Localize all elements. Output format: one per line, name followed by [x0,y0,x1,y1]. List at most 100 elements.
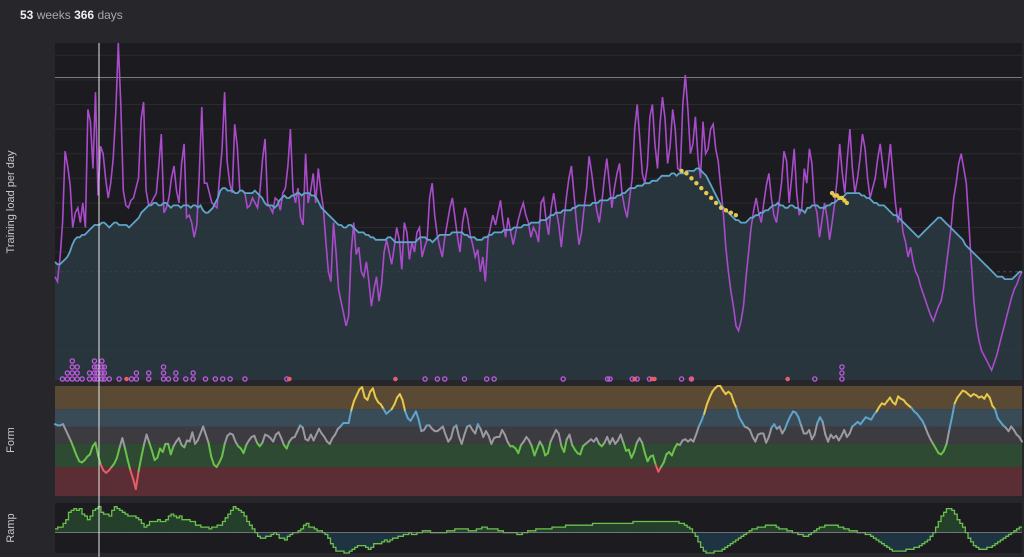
ramp-bar [214,527,218,533]
projection-point [713,200,719,206]
ramp-bar [619,523,623,533]
ramp-bar [668,521,672,533]
ramp-bar [341,532,345,552]
ramp-bar [570,525,574,533]
ramp-bar [716,532,720,552]
ramp-bar [897,532,901,552]
ramp-bar [587,525,591,533]
projection-point [704,190,709,196]
race-marker [124,376,129,382]
ramp-bar [219,525,223,533]
ramp-bar [133,515,137,533]
ramp-bar [627,523,631,533]
form-panel[interactable] [54,385,1023,496]
ramp-bar [154,521,158,533]
ramp-bar [651,521,655,533]
ramp-bar [376,532,380,544]
ramp-bar [908,532,912,550]
ramp-bar [579,525,582,533]
ramp-bar [711,532,715,553]
projection-point [844,200,850,206]
ramp-bar [900,532,904,552]
ramp-bar [576,525,580,533]
ramp-bar [895,532,898,552]
ramp-bar [346,532,350,553]
projection-point [718,205,724,211]
race-marker [652,376,657,382]
training-load-panel[interactable] [54,42,1023,382]
ramp-bar [338,532,342,552]
form-zone-high-risk [55,467,1022,496]
ramp-bar [832,525,836,533]
ramp-bar [176,517,180,533]
ramp-bar [603,523,607,533]
ramp-bar [622,523,626,533]
ramp-bar [557,527,561,533]
projection-point [733,212,739,218]
ramp-bar [163,521,166,533]
ramp-bar [95,508,99,533]
ramp-bar [71,510,75,533]
ramp-bar [100,512,104,533]
ramp-bar [616,523,620,533]
ramp-bar [892,532,896,552]
ramp-bar [670,521,674,533]
ramp-bar [770,525,774,533]
ramp-bar [646,521,650,533]
ramp-bar [184,519,188,533]
projection-point [699,185,704,191]
ramp-bar [281,532,285,539]
ramp-bar [573,525,577,533]
race-marker [632,376,638,382]
ramp-bar [562,527,566,533]
ramp-bar [235,508,239,533]
ramp-bar [127,515,131,533]
fitness-chart[interactable]: Training load per day Form Ramp [0,0,1024,557]
ramp-bar [554,527,558,533]
ramp-bar [392,532,396,539]
ramp-bar [905,532,909,550]
ramp-bar [171,514,175,533]
ramp-bar [589,525,593,533]
projection-point [689,176,694,181]
ramp-bar [660,521,663,533]
race-marker [689,376,694,382]
ramp-bar [981,532,985,550]
ramp-bar [181,519,185,533]
ramp-bar [708,532,712,553]
ramp-panel[interactable] [55,503,1023,554]
ramp-bar [714,532,717,552]
ramp-bar [662,521,666,533]
ramp-bar [635,521,639,533]
ramp-bar [838,527,842,533]
ramp-bar [630,523,634,533]
ramp-bar [362,532,366,546]
projection-point [684,171,689,176]
ramp-bar [82,514,85,533]
ramp-bar [119,510,123,533]
ramp-bar [762,527,766,533]
ramp-bar [665,521,669,533]
ramp-bar [195,525,199,533]
load-axis-label: Training load per day [5,150,17,253]
ramp-bar [560,527,564,533]
ramp-bar [238,510,242,533]
ramp-bar [568,525,572,533]
ramp-bar [190,521,193,533]
ramp-bar [106,514,110,533]
ramp-bar [654,521,658,533]
ramp-bar [830,525,834,533]
ramp-bar [827,525,831,533]
ramp-bar [822,527,826,533]
ramp-bar [130,515,134,533]
ramp-bar [597,523,601,533]
race-marker [393,376,398,382]
ramp-bar [678,523,682,533]
ramp-bar [595,523,599,533]
ramp-bar [344,532,347,553]
ramp-bar [949,508,952,533]
ramp-bar [641,521,645,533]
ramp-bar [649,521,653,533]
ramp-bar [360,532,364,546]
ramp-bar [903,532,907,552]
